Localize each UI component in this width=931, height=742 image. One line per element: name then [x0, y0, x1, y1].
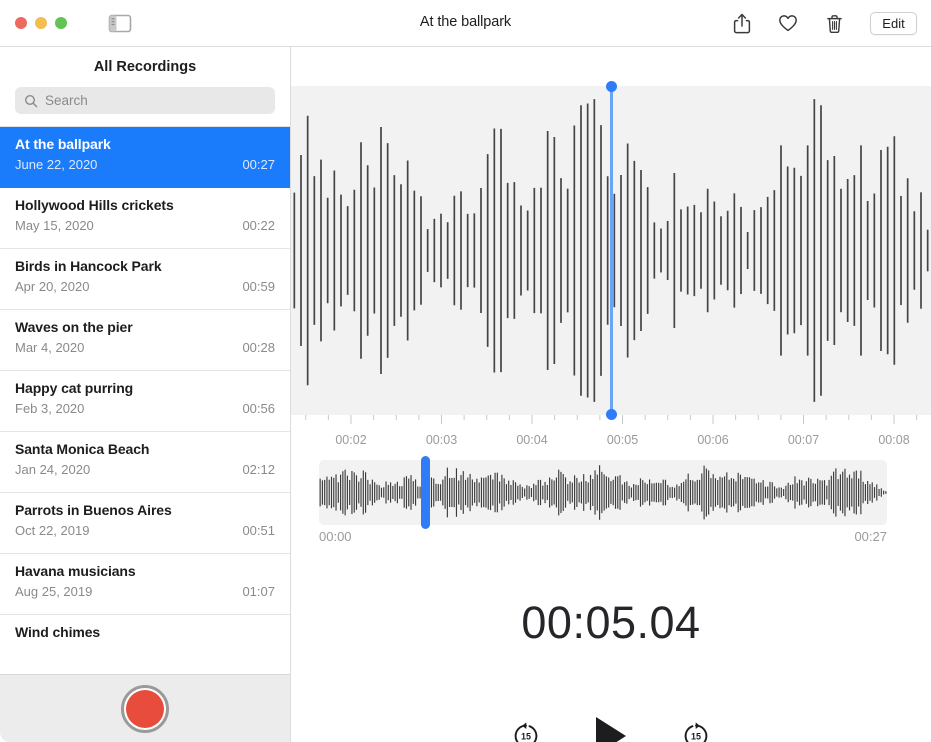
recording-date: May 15, 2020	[15, 218, 94, 233]
recording-date: Apr 20, 2020	[15, 279, 89, 294]
waveform-detail-svg	[291, 86, 931, 415]
recording-duration: 00:22	[242, 218, 275, 233]
recording-duration: 01:07	[242, 584, 275, 599]
recording-duration: 00:27	[242, 157, 275, 172]
voice-memos-window: At the ballpark	[0, 0, 931, 742]
player-pane: 00:02 00:03 00:04 00:05 00:06 00:07 00:08 00:0…	[291, 47, 931, 742]
timeline-label: 00:08	[878, 433, 909, 447]
overview-end-time: 00:27	[854, 529, 887, 544]
recording-date: June 22, 2020	[15, 157, 97, 172]
trash-icon[interactable]	[824, 13, 844, 35]
recording-date: Mar 4, 2020	[15, 340, 84, 355]
titlebar: At the ballpark	[0, 0, 931, 47]
recording-duration: 00:28	[242, 340, 275, 355]
list-item[interactable]: Birds in Hancock Park Apr 20, 2020 00:59	[0, 249, 290, 310]
toolbar-actions: Edit	[732, 8, 917, 39]
timeline-label: 00:04	[516, 433, 547, 447]
timeline-ticks	[291, 415, 931, 429]
timeline-label: 00:02	[335, 433, 366, 447]
recording-date: Jan 24, 2020	[15, 462, 90, 477]
list-item[interactable]: Parrots in Buenos Aires Oct 22, 2019 00:…	[0, 493, 290, 554]
timeline-label: 00:03	[426, 433, 457, 447]
search-icon	[24, 94, 38, 108]
share-icon[interactable]	[732, 13, 752, 35]
timeline-label: 00:05	[607, 433, 638, 447]
overview-start-time: 00:00	[319, 529, 352, 544]
svg-text:15: 15	[521, 732, 531, 742]
record-dot-icon	[126, 690, 164, 728]
waveform-overview-svg	[319, 460, 887, 525]
list-item[interactable]: Santa Monica Beach Jan 24, 2020 02:12	[0, 432, 290, 493]
recording-title: Parrots in Buenos Aires	[15, 502, 275, 518]
timeline-labels: 00:02 00:03 00:04 00:05 00:06 00:07 00:08	[291, 433, 931, 451]
recording-title: Santa Monica Beach	[15, 441, 275, 457]
recording-title: Hollywood Hills crickets	[15, 197, 275, 213]
timeline-label: 00:07	[788, 433, 819, 447]
list-item[interactable]: Happy cat purring Feb 3, 2020 00:56	[0, 371, 290, 432]
current-time-display: 00:05.04	[291, 597, 931, 649]
heart-icon[interactable]	[778, 13, 798, 35]
search-input[interactable]: Search	[15, 87, 275, 114]
recording-duration: 00:59	[242, 279, 275, 294]
list-item[interactable]: Havana musicians Aug 25, 2019 01:07	[0, 554, 290, 615]
timeline-label: 00:06	[697, 433, 728, 447]
list-item[interactable]: Waves on the pier Mar 4, 2020 00:28	[0, 310, 290, 371]
search-placeholder: Search	[45, 93, 88, 108]
recording-title: Waves on the pier	[15, 319, 275, 335]
recording-date: Oct 22, 2019	[15, 523, 89, 538]
sidebar-title: All Recordings	[0, 47, 290, 87]
waveform-detail[interactable]	[291, 86, 931, 415]
overview-scrubber[interactable]	[319, 460, 887, 525]
skip-forward-15-icon[interactable]: 15	[680, 720, 712, 742]
overview-background	[319, 460, 887, 525]
skip-back-15-icon[interactable]: 15	[510, 720, 542, 742]
recording-date: Feb 3, 2020	[15, 401, 84, 416]
recording-duration: 00:51	[242, 523, 275, 538]
sidebar: All Recordings Search At the ballpark Ju…	[0, 47, 291, 742]
recording-title: Wind chimes	[15, 624, 275, 640]
recording-title: At the ballpark	[15, 136, 275, 152]
overview-times: 00:00 00:27	[319, 529, 887, 544]
record-button[interactable]	[121, 685, 169, 733]
recording-title: Havana musicians	[15, 563, 275, 579]
transport-controls: 15 15	[291, 715, 931, 742]
list-item[interactable]: Wind chimes	[0, 615, 290, 676]
recording-duration: 02:12	[242, 462, 275, 477]
recordings-list: At the ballpark June 22, 2020 00:27 Holl…	[0, 126, 290, 676]
record-bar	[0, 674, 290, 742]
edit-button[interactable]: Edit	[870, 12, 917, 35]
search-container: Search	[0, 87, 290, 126]
recording-duration: 00:56	[242, 401, 275, 416]
recording-title: Happy cat purring	[15, 380, 275, 396]
play-button[interactable]	[592, 715, 630, 742]
recording-title: Birds in Hancock Park	[15, 258, 275, 274]
list-item[interactable]: Hollywood Hills crickets May 15, 2020 00…	[0, 188, 290, 249]
list-item[interactable]: At the ballpark June 22, 2020 00:27	[0, 127, 290, 188]
recording-date: Aug 25, 2019	[15, 584, 92, 599]
overview-scrub-handle[interactable]	[421, 456, 430, 529]
svg-text:15: 15	[691, 732, 701, 742]
